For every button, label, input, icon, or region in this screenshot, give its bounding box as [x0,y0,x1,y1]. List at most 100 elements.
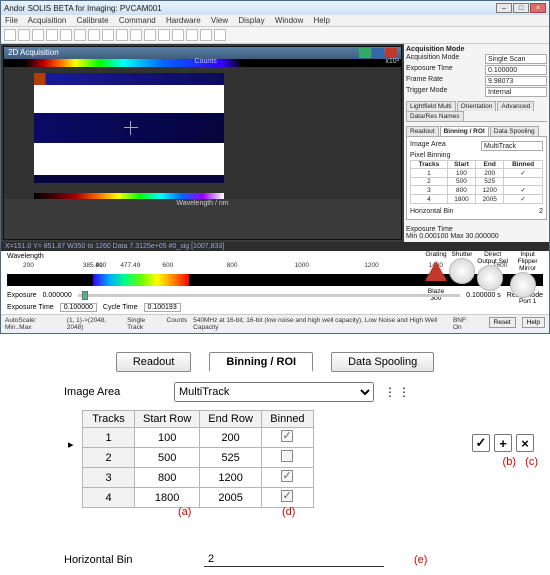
mini-hbin-value[interactable]: 2 [539,208,543,215]
hbin-input[interactable]: 2 [204,552,384,567]
table-row[interactable]: 1100200✓ [411,169,543,178]
mini-image-area-label: Image Area [410,141,481,151]
titlebar: Andor SOLIS BETA for Imaging: PVCAM001 –… [1,1,549,15]
toolbar-icon[interactable] [144,29,156,41]
toolbar-icon[interactable] [60,29,72,41]
tab-binning[interactable]: Binning / ROI [209,352,313,372]
table-row[interactable]: 2 500 525 [83,448,314,468]
toolbar-icon[interactable] [102,29,114,41]
table-row[interactable]: 3 800 1200 [83,468,314,488]
tab-datares[interactable]: Data/Res Names [406,111,464,121]
cell-end[interactable]: 200 [200,428,262,448]
tab-spooling-mini[interactable]: Data Spooling [490,126,539,136]
tab-readout[interactable]: Readout [116,352,192,372]
exposure-input[interactable]: 0.100000 [485,65,547,75]
shutter-knob[interactable] [449,258,475,284]
tab-binning-mini[interactable]: Binning / ROI [440,126,489,136]
table-row[interactable]: 2500525 [411,178,543,186]
footer-bnf: BNF: On [453,317,477,331]
image-display[interactable] [4,67,401,199]
table-row[interactable]: 4 1800 2005 [83,488,314,508]
cell-end[interactable]: 525 [200,448,262,468]
cell-start[interactable]: 500 [135,448,200,468]
flipper-knob[interactable] [510,272,536,298]
minimize-button[interactable]: – [496,3,512,13]
cell-tracks: 1 [83,428,135,448]
mini-image-area-select[interactable]: MultiTrack [481,141,543,151]
cell-start[interactable]: 100 [135,428,200,448]
toolbar-icon[interactable] [130,29,142,41]
table-row[interactable]: 1 100 200 [83,428,314,448]
menu-command[interactable]: Command [119,16,156,25]
menu-display[interactable]: Display [238,16,264,25]
tab-spooling[interactable]: Data Spooling [331,352,434,372]
toolbar-icon[interactable] [32,29,44,41]
toolbar-icon[interactable] [214,29,226,41]
mini-th-start: Start [447,161,475,169]
remove-track-button[interactable]: × [516,434,534,452]
toolbar-icon[interactable] [200,29,212,41]
tab-advanced[interactable]: Advanced [497,101,534,111]
acq-panel-title: 2D Acquisition [8,48,59,58]
menu-view[interactable]: View [211,16,228,25]
checkbox-icon[interactable] [281,430,293,442]
tab-orientation[interactable]: Orientation [457,101,497,111]
reset-button[interactable]: Reset [489,317,516,328]
confirm-button[interactable]: ✓ [472,434,490,452]
checkbox-icon[interactable] [281,490,293,502]
grating-icon[interactable] [425,261,447,281]
menu-calibrate[interactable]: Calibrate [77,16,109,25]
toolbar-icon[interactable] [116,29,128,41]
menu-hardware[interactable]: Hardware [166,16,201,25]
cell-binned[interactable] [261,448,313,468]
menu-acquisition[interactable]: Acquisition [28,16,67,25]
tab-readout-mini[interactable]: Readout [406,126,439,136]
image-area-select[interactable]: MultiTrack [174,382,374,402]
checkbox-icon[interactable] [281,450,293,462]
toolbar-icon[interactable] [88,29,100,41]
counts-unit: x10³ [385,58,399,65]
toolbar-icon[interactable] [46,29,58,41]
tab-lightfield[interactable]: Lightfield Multi [406,101,456,111]
toolbar-icon[interactable] [4,29,16,41]
close-button[interactable]: × [530,3,546,13]
menu-window[interactable]: Window [275,16,303,25]
maximize-button[interactable]: □ [513,3,529,13]
slider-thumb[interactable] [82,291,88,300]
toolbar-icon[interactable] [158,29,170,41]
wavelength-strip: Wavelength 200 385.91 400 477.49 600 800… [1,251,549,290]
cell-end[interactable]: 1200 [200,468,262,488]
toolbar-icon[interactable] [74,29,86,41]
more-icon[interactable]: ⋮⋮ [384,385,412,399]
trigger-select[interactable]: Internal [485,87,547,97]
frame-label: Frame Rate [406,76,485,86]
th-tracks: Tracks [83,411,135,428]
menu-help[interactable]: Help [314,16,330,25]
cell-start[interactable]: 800 [135,468,200,488]
cell-start[interactable]: 1800 [135,488,200,508]
exp-time-input[interactable]: 0.100000 [60,303,97,312]
tick: 1000 [295,262,309,269]
table-row[interactable]: 38001200✓ [411,186,543,195]
cell-end[interactable]: 2005 [200,488,262,508]
panel-close-icon[interactable] [385,48,397,58]
help-button[interactable]: Help [522,317,545,328]
main-area: 2D Acquisition Counts x10³ Wavelength / … [1,44,549,242]
output-knob[interactable] [477,265,503,291]
toolbar-icon[interactable] [172,29,184,41]
checkbox-icon[interactable] [281,470,293,482]
table-row[interactable]: 418002005✓ [411,195,543,204]
exposure-slider[interactable] [78,294,460,297]
tracks-table-wrap: ▸ Tracks Start Row End Row Binned 1 100 … [82,410,468,508]
menu-file[interactable]: File [5,16,18,25]
settings-tabs-row2: Readout Binning / ROI Data Spooling [406,126,547,137]
cell-binned[interactable] [261,488,313,508]
toolbar-icon[interactable] [18,29,30,41]
add-track-button[interactable]: + [494,434,512,452]
panel-min-icon[interactable] [359,48,371,58]
toolbar-icon[interactable] [186,29,198,41]
cell-binned[interactable] [261,428,313,448]
mode-select[interactable]: Single Scan [485,54,547,64]
cell-binned[interactable] [261,468,313,488]
panel-max-icon[interactable] [372,48,384,58]
